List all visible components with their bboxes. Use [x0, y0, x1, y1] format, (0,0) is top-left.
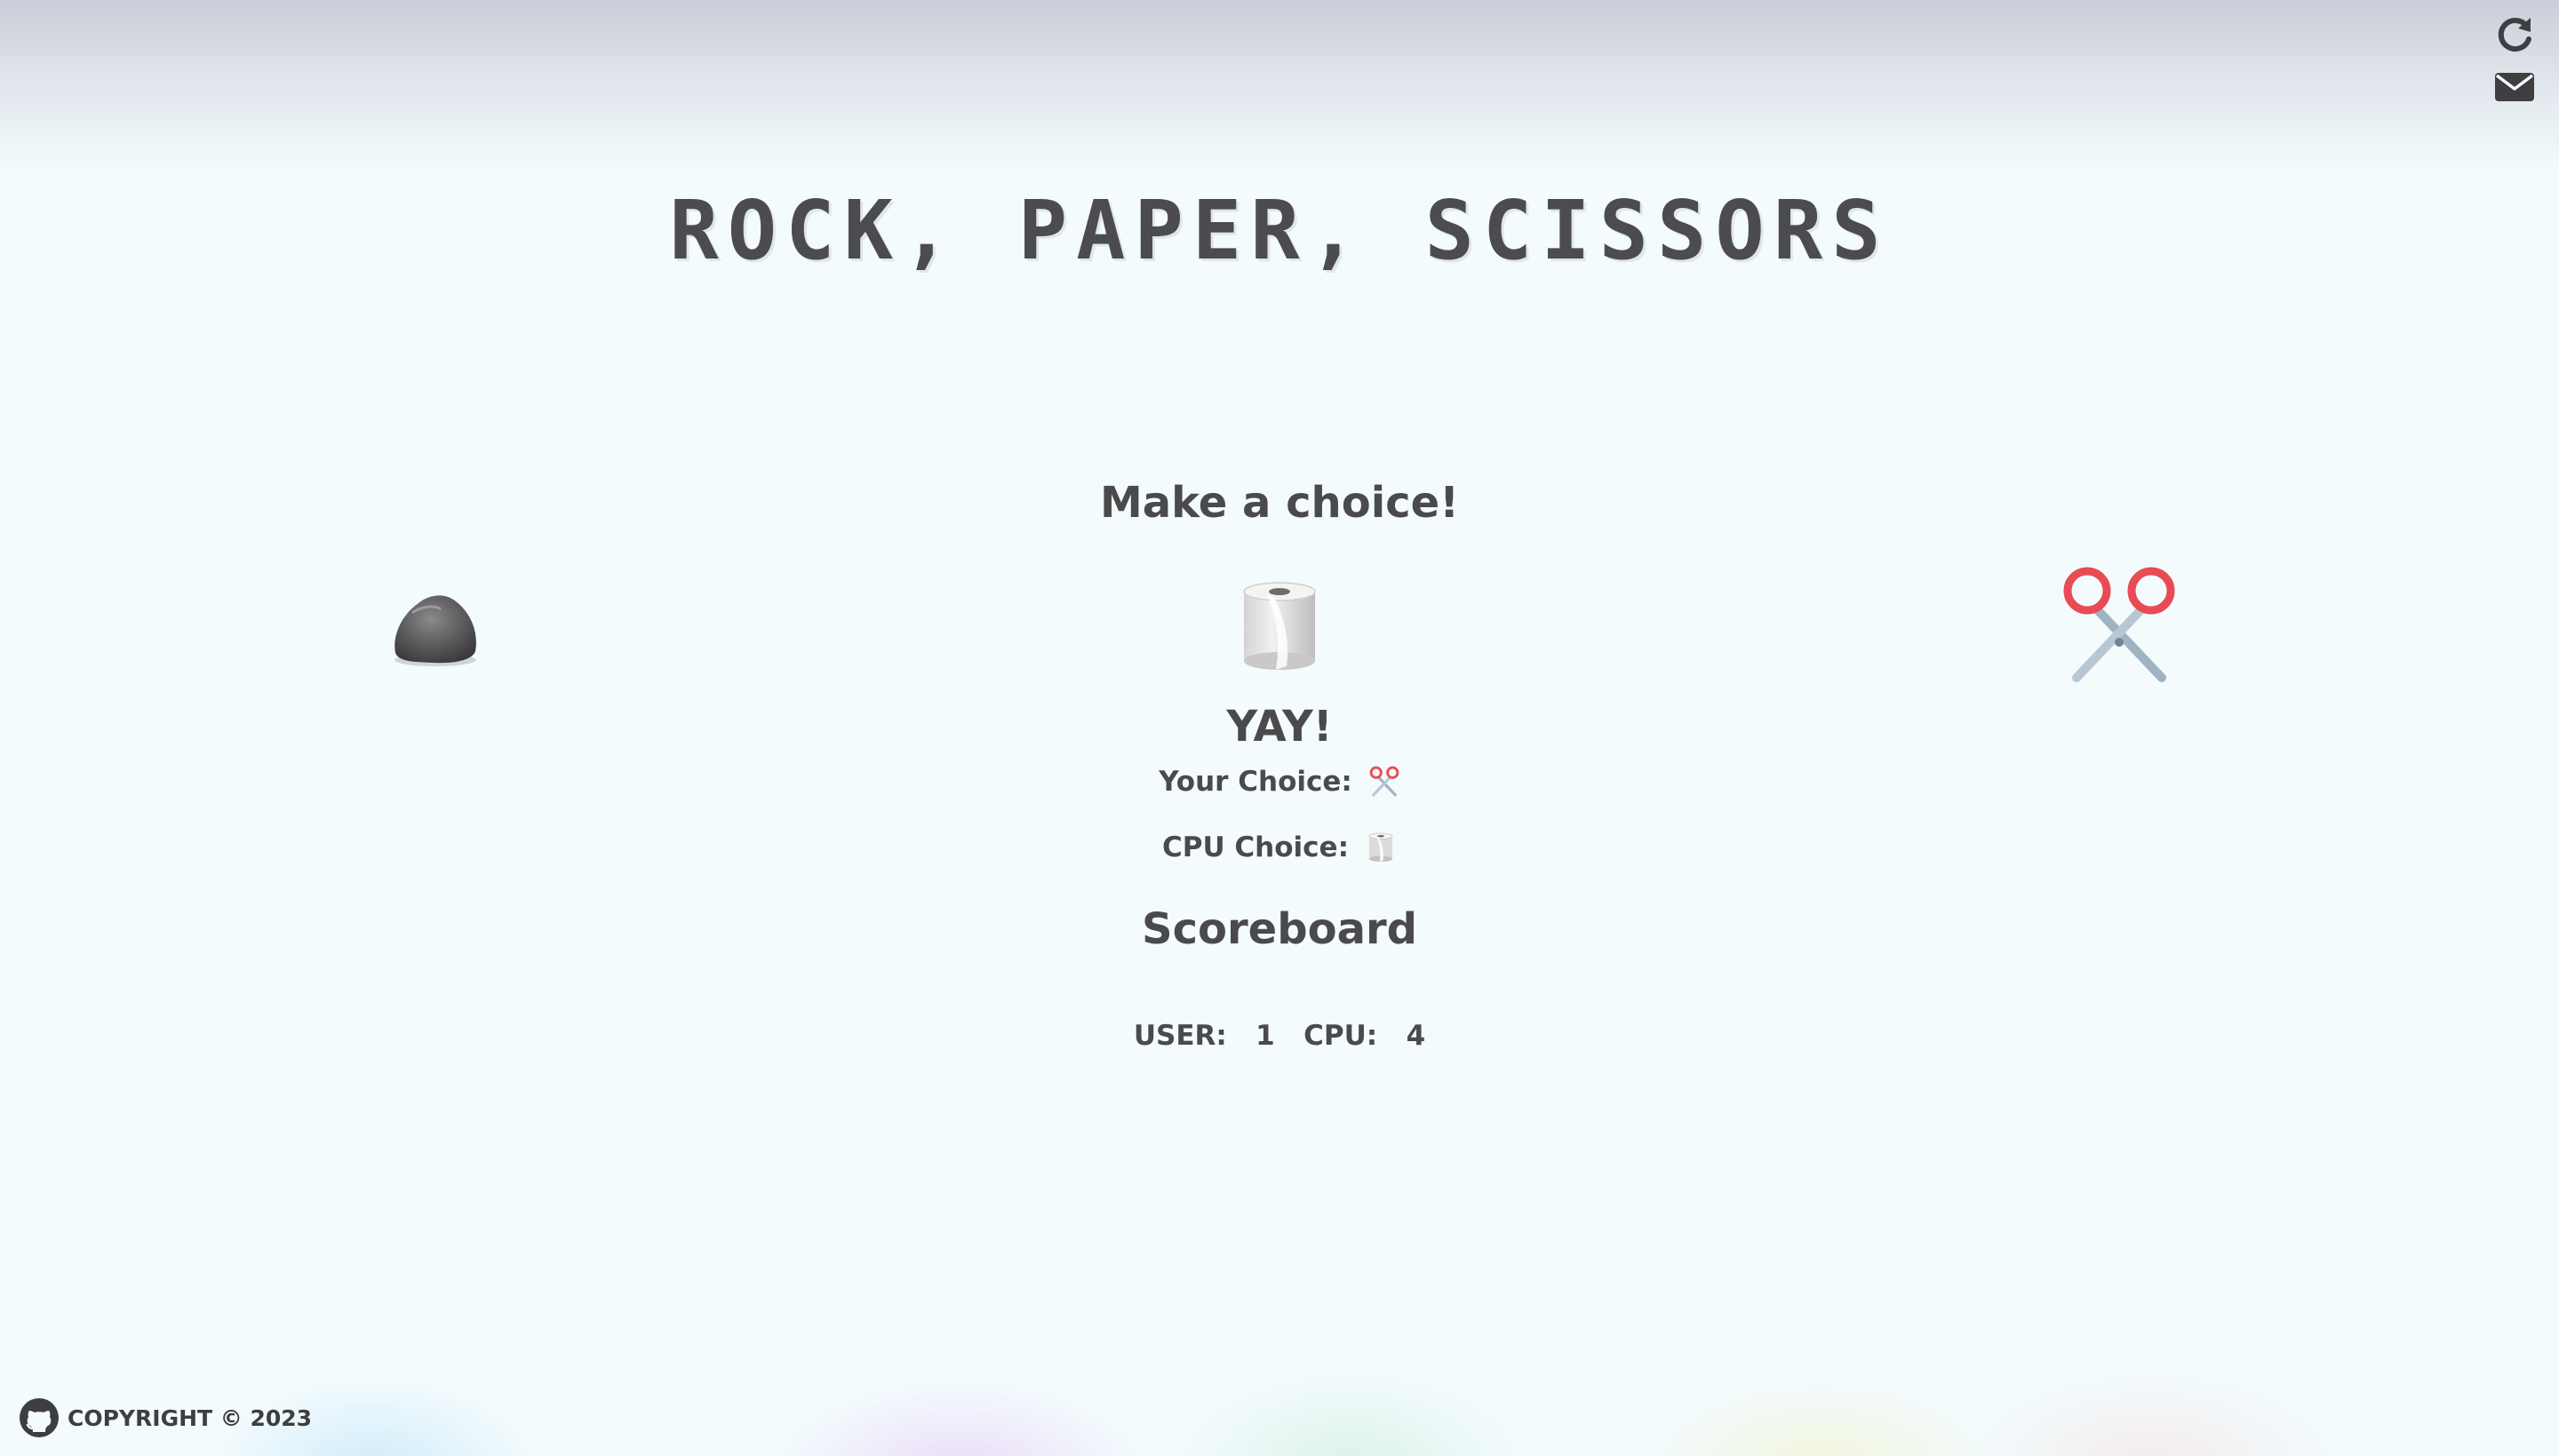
corner-toolbar: [2491, 12, 2541, 115]
result-message: YAY!: [1226, 702, 1333, 752]
bottom-rainbow-glow: [0, 1252, 2559, 1456]
cpu-score-label: CPU:: [1303, 1020, 1378, 1052]
scissors-icon: [2063, 567, 2175, 682]
paper-button[interactable]: [1226, 573, 1333, 680]
page-title: Rock, Paper, Scissors: [669, 183, 1890, 278]
cpu-score-value: 4: [1406, 1020, 1426, 1052]
rock-icon: [395, 595, 476, 666]
user-score-label: USER:: [1133, 1020, 1227, 1052]
footer: COPYRIGHT © 2023: [18, 1396, 312, 1439]
choice-prompt: Make a choice!: [1099, 478, 1460, 528]
scoreboard-title: Scoreboard: [1142, 904, 1417, 954]
your-choice-row: Your Choice:: [0, 766, 2559, 798]
toilet-paper-icon: [1368, 832, 1393, 863]
scissors-icon: [1369, 766, 1399, 797]
toilet-paper-icon: [1243, 582, 1316, 670]
github-icon[interactable]: [18, 1396, 60, 1439]
cpu-choice-label: CPU Choice:: [1162, 831, 1349, 863]
refresh-icon[interactable]: [2491, 12, 2538, 59]
user-score-value: 1: [1256, 1020, 1275, 1052]
mail-icon[interactable]: [2491, 64, 2538, 110]
score-line: USER: 1 CPU: 4: [0, 1020, 2559, 1052]
cpu-choice-row: CPU Choice:: [0, 831, 2559, 863]
scissors-button[interactable]: [2053, 560, 2186, 693]
your-choice-label: Your Choice:: [1159, 766, 1352, 798]
copyright-text: COPYRIGHT © 2023: [68, 1404, 313, 1431]
top-gradient: [0, 0, 2559, 169]
rock-button[interactable]: [382, 573, 489, 680]
